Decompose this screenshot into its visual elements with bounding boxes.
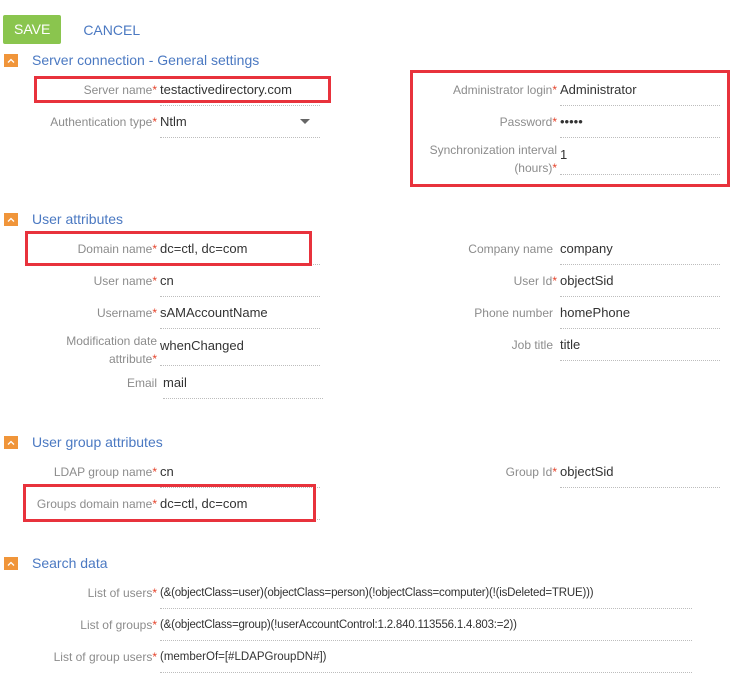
field-label: Server name* <box>83 83 157 97</box>
list-of-group-users-input[interactable]: (memberOf=[#LDAPGroupDN#]) <box>160 648 692 673</box>
field-password: Password* ••••• <box>400 113 720 138</box>
field-label: Authentication type* <box>50 115 157 129</box>
field-list-of-group-users: List of group users* (memberOf=[#LDAPGro… <box>30 648 692 673</box>
section-title: Search data <box>32 555 108 571</box>
section-title: Server connection - General settings <box>32 52 260 68</box>
field-synchronization-interval: Synchronization interval (hours)* 1 <box>400 141 720 177</box>
chevron-up-icon[interactable] <box>4 53 18 67</box>
job-title-input[interactable]: title <box>560 336 720 361</box>
chevron-up-icon[interactable] <box>4 435 18 449</box>
field-administrator-login: Administrator login* Administrator <box>400 81 720 106</box>
domain-name-input[interactable]: dc=ctl, dc=com <box>160 240 320 265</box>
field-label: Groups domain name* <box>36 497 157 511</box>
field-label: Synchronization interval (hours)* <box>429 143 557 175</box>
field-group-id: Group Id* objectSid <box>400 463 720 488</box>
server-name-input[interactable]: testactivedirectory.com <box>160 81 320 106</box>
section-header-user-attributes[interactable]: User attributes <box>4 211 123 227</box>
list-of-users-input[interactable]: (&(objectClass=user)(objectClass=person)… <box>160 584 692 609</box>
password-input[interactable]: ••••• <box>560 113 720 138</box>
authentication-type-select[interactable]: Ntlm <box>160 113 320 138</box>
field-label: Email <box>126 376 157 390</box>
email-input[interactable]: mail <box>163 374 323 399</box>
field-ldap-group-name: LDAP group name* cn <box>30 463 320 488</box>
field-label: User Id* <box>513 274 557 288</box>
field-label: Domain name* <box>77 242 157 256</box>
field-company-name: Company name company <box>400 240 720 265</box>
field-label: Modification date attribute* <box>66 334 157 366</box>
section-title: User group attributes <box>32 434 163 450</box>
field-list-of-users: List of users* (&(objectClass=user)(obje… <box>30 584 692 609</box>
field-label: Company name <box>468 242 553 256</box>
field-list-of-groups: List of groups* (&(objectClass=group)(!u… <box>30 616 692 641</box>
chevron-up-icon[interactable] <box>4 556 18 570</box>
field-label: List of group users* <box>53 650 157 664</box>
username-input[interactable]: sAMAccountName <box>160 304 320 329</box>
chevron-up-icon[interactable] <box>4 212 18 226</box>
field-label: Administrator login* <box>452 83 557 97</box>
groups-domain-name-input[interactable]: dc=ctl, dc=com <box>160 495 320 520</box>
synchronization-interval-input[interactable]: 1 <box>560 146 720 175</box>
field-job-title: Job title title <box>400 336 720 361</box>
section-header-search-data[interactable]: Search data <box>4 555 108 571</box>
field-label: List of users* <box>87 586 157 600</box>
cancel-button[interactable]: CANCEL <box>83 22 140 38</box>
field-user-id: User Id* objectSid <box>400 272 720 297</box>
group-id-input[interactable]: objectSid <box>560 463 720 488</box>
field-label: Group Id* <box>505 465 557 479</box>
toolbar: SAVE CANCEL <box>3 15 140 44</box>
company-name-input[interactable]: company <box>560 240 720 265</box>
ldap-group-name-input[interactable]: cn <box>160 463 320 488</box>
field-domain-name: Domain name* dc=ctl, dc=com <box>30 240 320 265</box>
field-user-name: User name* cn <box>30 272 320 297</box>
section-header-server-connection[interactable]: Server connection - General settings <box>4 52 259 68</box>
field-username: Username* sAMAccountName <box>30 304 320 329</box>
field-label: Job title <box>511 338 553 352</box>
field-authentication-type: Authentication type* Ntlm <box>30 113 320 138</box>
field-label: Username* <box>96 306 157 320</box>
section-header-user-group-attributes[interactable]: User group attributes <box>4 434 163 450</box>
field-label: Phone number <box>474 306 553 320</box>
phone-number-input[interactable]: homePhone <box>560 304 720 329</box>
field-label: LDAP group name* <box>53 465 157 479</box>
caret-down-icon[interactable] <box>300 119 310 124</box>
field-modification-date: Modification date attribute* whenChanged <box>30 332 320 368</box>
save-button[interactable]: SAVE <box>3 15 62 44</box>
section-title: User attributes <box>32 211 124 227</box>
field-server-name: Server name* testactivedirectory.com <box>30 81 320 106</box>
administrator-login-input[interactable]: Administrator <box>560 81 720 106</box>
modification-date-input[interactable]: whenChanged <box>160 337 320 366</box>
field-groups-domain-name: Groups domain name* dc=ctl, dc=com <box>30 495 320 520</box>
list-of-groups-input[interactable]: (&(objectClass=group)(!userAccountContro… <box>160 616 692 641</box>
field-phone-number: Phone number homePhone <box>400 304 720 329</box>
field-label: User name* <box>93 274 157 288</box>
field-label: Password* <box>499 115 557 129</box>
field-email: Email mail <box>30 374 323 399</box>
user-name-input[interactable]: cn <box>160 272 320 297</box>
field-label: List of groups* <box>80 618 157 632</box>
user-id-input[interactable]: objectSid <box>560 272 720 297</box>
